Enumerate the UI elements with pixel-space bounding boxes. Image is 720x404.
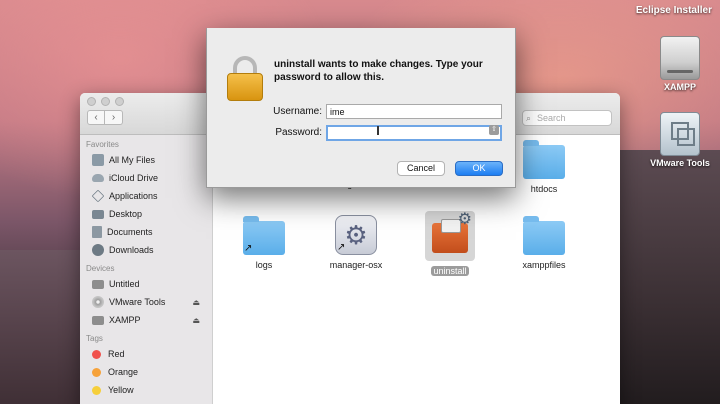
- folder-icon: ↗: [243, 216, 285, 255]
- cancel-button[interactable]: Cancel: [397, 161, 445, 176]
- dialog-message: uninstall wants to make changes. Type yo…: [274, 59, 483, 83]
- password-row: Password: ⇧: [267, 123, 502, 141]
- text-cursor-icon: [377, 126, 379, 135]
- file-label: manager-osx: [329, 260, 383, 270]
- sidebar-item-tag-yellow[interactable]: Yellow: [80, 381, 212, 399]
- all-files-icon: [92, 154, 104, 166]
- documents-icon: [92, 226, 102, 238]
- password-field[interactable]: [326, 125, 502, 141]
- sidebar-item-label: Desktop: [109, 209, 143, 219]
- file-label: logs: [255, 260, 273, 270]
- tags-header: Tags: [86, 334, 103, 343]
- file-item-xamppfiles[interactable]: xamppfiles: [504, 216, 584, 273]
- lock-icon: [227, 56, 263, 102]
- sidebar-item-downloads[interactable]: Downloads: [80, 241, 212, 259]
- desktop-wallpaper: [610, 150, 720, 404]
- devices-header: Devices: [86, 264, 115, 273]
- desktop-icon-label: VMware Tools: [650, 158, 710, 168]
- minimize-button[interactable]: [101, 97, 110, 106]
- drive-icon: [660, 36, 700, 80]
- desktop-icon-label: XAMPP: [663, 82, 696, 92]
- search-input[interactable]: ⌕ Search: [522, 110, 612, 126]
- search-placeholder: Search: [537, 113, 566, 123]
- orange-tag-dot-icon: [92, 367, 101, 377]
- desktop-icon: [92, 209, 104, 219]
- username-label: Username:: [273, 106, 322, 117]
- applications-icon: [91, 189, 105, 203]
- file-item-manager-osx[interactable]: ↗ manager-osx: [316, 215, 396, 273]
- sidebar-item-documents[interactable]: Documents: [80, 223, 212, 241]
- desktop-eclipse-installer-label[interactable]: Eclipse Installer: [636, 5, 712, 16]
- sidebar-item-label: Documents: [107, 227, 153, 237]
- sidebar-item-label: Orange: [108, 367, 139, 377]
- folder-icon: [523, 216, 565, 255]
- red-tag-dot-icon: [92, 349, 101, 359]
- sidebar-item-label: iCloud Drive: [109, 173, 159, 183]
- nav-buttons: ‹ ›: [87, 110, 123, 125]
- desktop-wallpaper-left: [0, 250, 80, 404]
- file-label: xamppfiles: [522, 260, 566, 270]
- downloads-icon: [92, 244, 104, 256]
- sidebar-item-tag-red[interactable]: Red: [80, 345, 212, 363]
- search-icon: ⌕: [526, 113, 532, 123]
- username-row: Username:: [267, 104, 502, 119]
- ok-button[interactable]: OK: [455, 161, 503, 176]
- file-item-logs[interactable]: ↗ logs: [224, 216, 304, 273]
- gear-icon: ⚙: [457, 211, 472, 228]
- folder-icon: [523, 140, 565, 179]
- cloud-icon: [92, 174, 104, 182]
- volume-icon: [92, 315, 104, 325]
- close-button[interactable]: [87, 97, 96, 106]
- forward-button[interactable]: ›: [105, 110, 123, 125]
- sidebar-item-label: Downloads: [109, 245, 154, 255]
- sidebar-item-applications[interactable]: Applications: [80, 187, 212, 205]
- sidebar-item-tag-orange[interactable]: Orange: [80, 363, 212, 381]
- alias-arrow-icon: ↗: [337, 242, 346, 253]
- file-item-htdocs[interactable]: htdocs: [504, 140, 584, 197]
- desktop-vmware-tools-volume[interactable]: VMware Tools: [640, 112, 720, 168]
- disc-icon: [92, 296, 104, 308]
- sidebar-item-label: VMware Tools: [109, 297, 166, 307]
- sidebar-item-xampp[interactable]: XAMPP ⏏: [80, 311, 212, 329]
- sidebar-item-desktop[interactable]: Desktop: [80, 205, 212, 223]
- gear-app-icon: ↗: [335, 215, 377, 255]
- alias-arrow-icon: ↗: [244, 243, 253, 254]
- sidebar-item-label: Yellow: [108, 385, 134, 395]
- vmware-drive-icon: [660, 112, 700, 156]
- window-controls: [87, 97, 124, 106]
- file-label: htdocs: [530, 184, 558, 194]
- yellow-tag-dot-icon: [92, 385, 101, 395]
- username-field[interactable]: [326, 104, 502, 119]
- favorites-header: Favorites: [86, 140, 119, 149]
- sidebar-item-all-my-files[interactable]: All My Files: [80, 151, 212, 169]
- eject-icon[interactable]: ⏏: [192, 316, 200, 325]
- volume-icon: [92, 279, 104, 289]
- password-field-wrap: ⇧: [326, 123, 502, 141]
- sidebar-item-icloud-drive[interactable]: iCloud Drive: [80, 169, 212, 187]
- file-item-uninstall[interactable]: ⚙ uninstall: [410, 211, 490, 279]
- sidebar-item-untitled[interactable]: Untitled: [80, 275, 212, 293]
- zoom-button[interactable]: [115, 97, 124, 106]
- eject-icon[interactable]: ⏏: [192, 298, 200, 307]
- sidebar-item-label: Untitled: [109, 279, 140, 289]
- sidebar-item-label: All My Files: [109, 155, 156, 165]
- uninstall-app-icon: ⚙: [425, 211, 475, 261]
- authentication-dialog: uninstall wants to make changes. Type yo…: [206, 28, 516, 188]
- sidebar-item-label: Applications: [109, 191, 158, 201]
- back-button[interactable]: ‹: [87, 110, 105, 125]
- key-icon[interactable]: ⇧: [489, 125, 499, 135]
- desktop-xampp-volume[interactable]: XAMPP: [640, 36, 720, 92]
- password-label: Password:: [275, 126, 322, 138]
- sidebar-item-label: XAMPP: [109, 315, 141, 325]
- file-label: uninstall: [431, 266, 469, 276]
- finder-sidebar: Favorites All My Files iCloud Drive Appl…: [80, 135, 213, 404]
- sidebar-item-vmware-tools[interactable]: VMware Tools ⏏: [80, 293, 212, 311]
- sidebar-item-label: Red: [108, 349, 125, 359]
